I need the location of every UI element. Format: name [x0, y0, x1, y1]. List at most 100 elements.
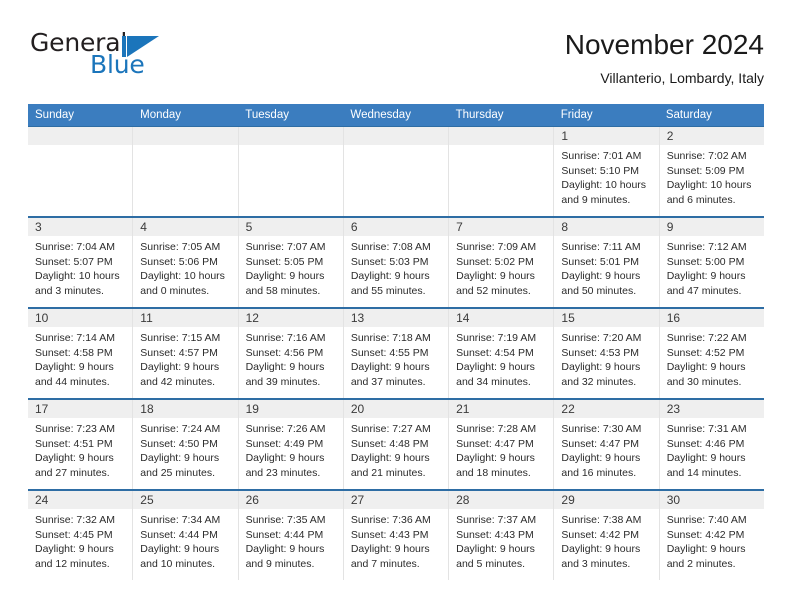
day-number: 22	[561, 402, 575, 416]
day-number: 4	[140, 220, 147, 234]
sunset-text: Sunset: 4:48 PM	[350, 437, 429, 450]
calendar-day-cell[interactable]: 19 Sunrise: 7:26 AM Sunset: 4:49 PM Dayligh…	[238, 400, 344, 489]
page-subtitle: Villanterio, Lombardy, Italy	[600, 70, 764, 86]
day-number-bar: 2	[659, 127, 764, 145]
day-details	[449, 145, 553, 149]
calendar-day-cell-empty	[133, 127, 239, 216]
sunset-text: Sunset: 4:45 PM	[35, 528, 113, 541]
sunrise-text: Sunrise: 7:11 AM	[561, 241, 641, 253]
daylight-text-cont: and 50 minutes.	[561, 284, 637, 297]
calendar-day-cell[interactable]: 30 Sunrise: 7:40 AM Sunset: 4:42 PM Dayligh…	[659, 491, 764, 580]
day-details: Sunrise: 7:18 AM Sunset: 4:55 PM Daylight:…	[344, 327, 448, 389]
day-number-bar: 24	[28, 491, 133, 509]
daylight-text: Daylight: 9 hours	[140, 361, 220, 374]
calendar-day-cell[interactable]: 28 Sunrise: 7:37 AM Sunset: 4:43 PM Dayligh…	[449, 491, 555, 580]
calendar-day-cell[interactable]: 27 Sunrise: 7:36 AM Sunset: 4:43 PM Dayligh…	[343, 491, 450, 580]
daylight-text: Daylight: 9 hours	[350, 270, 430, 283]
calendar-day-cell[interactable]: 10 Sunrise: 7:14 AM Sunset: 4:58 PM Dayligh…	[28, 309, 134, 398]
calendar-day-cell[interactable]: 22 Sunrise: 7:30 AM Sunset: 4:47 PM Dayligh…	[554, 400, 660, 489]
calendar-day-cell[interactable]: 4 Sunrise: 7:05 AM Sunset: 5:06 PM Daylight…	[133, 218, 239, 307]
day-details: Sunrise: 7:31 AM Sunset: 4:46 PM Daylight:…	[660, 418, 764, 480]
daylight-text: Daylight: 9 hours	[561, 452, 641, 465]
calendar-day-cell[interactable]: 20 Sunrise: 7:27 AM Sunset: 4:48 PM Dayligh…	[343, 400, 450, 489]
day-details: Sunrise: 7:01 AM Sunset: 5:10 PM Daylight:…	[554, 145, 658, 207]
calendar-day-cell[interactable]: 8 Sunrise: 7:11 AM Sunset: 5:01 PM Daylight…	[554, 218, 660, 307]
day-number: 28	[456, 493, 470, 507]
sunset-text: Sunset: 4:54 PM	[456, 346, 534, 359]
sunrise-text: Sunrise: 7:15 AM	[140, 332, 221, 344]
sunrise-text: Sunrise: 7:18 AM	[350, 332, 431, 344]
calendar-day-cell[interactable]: 15 Sunrise: 7:20 AM Sunset: 4:53 PM Dayligh…	[554, 309, 660, 398]
weekday-header-friday: Friday	[560, 109, 593, 121]
day-details	[28, 145, 132, 149]
day-number: 23	[666, 402, 681, 416]
calendar-day-cell[interactable]: 2 Sunrise: 7:02 AM Sunset: 5:09 PM Daylight…	[659, 127, 764, 216]
daylight-text-cont: and 21 minutes.	[350, 466, 426, 479]
calendar-day-cell[interactable]: 11 Sunrise: 7:15 AM Sunset: 4:57 PM Dayligh…	[133, 309, 239, 398]
sunrise-text: Sunrise: 7:23 AM	[35, 423, 115, 435]
day-number-bar: 18	[133, 400, 238, 418]
calendar-week-row: 3 Sunrise: 7:04 AM Sunset: 5:07 PM Daylight…	[28, 216, 764, 307]
sunset-text: Sunset: 4:42 PM	[561, 528, 640, 541]
sunset-text: Sunset: 4:47 PM	[456, 437, 534, 450]
sunset-text: Sunset: 4:56 PM	[245, 346, 324, 359]
day-details: Sunrise: 7:20 AM Sunset: 4:53 PM Daylight:…	[554, 327, 658, 389]
calendar-day-cell[interactable]: 5 Sunrise: 7:07 AM Sunset: 5:05 PM Daylight…	[238, 218, 344, 307]
day-number-bar: 21	[449, 400, 554, 418]
calendar-day-cell[interactable]: 13 Sunrise: 7:18 AM Sunset: 4:55 PM Dayligh…	[343, 309, 450, 398]
calendar-day-cell-empty	[449, 127, 555, 216]
calendar-day-cell[interactable]: 26 Sunrise: 7:35 AM Sunset: 4:44 PM Dayligh…	[238, 491, 344, 580]
day-details: Sunrise: 7:40 AM Sunset: 4:42 PM Daylight:…	[660, 509, 764, 571]
daylight-text: Daylight: 9 hours	[561, 270, 641, 283]
calendar-day-cell-empty	[238, 127, 344, 216]
day-number: 18	[140, 402, 154, 416]
daylight-text: Daylight: 10 hours	[35, 270, 120, 283]
calendar-day-cell[interactable]: 12 Sunrise: 7:16 AM Sunset: 4:56 PM Dayligh…	[238, 309, 344, 398]
sunrise-text: Sunrise: 7:08 AM	[350, 241, 431, 253]
day-number-bar: 30	[659, 491, 764, 509]
calendar-day-cell[interactable]: 17 Sunrise: 7:23 AM Sunset: 4:51 PM Dayligh…	[28, 400, 134, 489]
daylight-text-cont: and 47 minutes.	[666, 284, 742, 297]
daylight-text-cont: and 16 minutes.	[561, 466, 637, 479]
sunset-text: Sunset: 4:53 PM	[561, 346, 640, 359]
day-number-bar	[238, 127, 343, 145]
day-number-bar: 4	[133, 218, 238, 236]
general-blue-logo[interactable]: General Blue	[28, 28, 218, 90]
calendar-day-cell[interactable]: 21 Sunrise: 7:28 AM Sunset: 4:47 PM Dayligh…	[449, 400, 555, 489]
sunset-text: Sunset: 4:58 PM	[35, 346, 113, 359]
sunset-text: Sunset: 5:06 PM	[140, 255, 218, 268]
day-number-bar: 27	[343, 491, 449, 509]
day-number: 8	[561, 220, 569, 234]
calendar-day-cell[interactable]: 18 Sunrise: 7:24 AM Sunset: 4:50 PM Dayligh…	[133, 400, 239, 489]
calendar-day-cell[interactable]: 25 Sunrise: 7:34 AM Sunset: 4:44 PM Dayligh…	[133, 491, 239, 580]
sunrise-text: Sunrise: 7:07 AM	[245, 241, 326, 253]
calendar-day-cell[interactable]: 23 Sunrise: 7:31 AM Sunset: 4:46 PM Dayligh…	[659, 400, 764, 489]
calendar-day-cell[interactable]: 3 Sunrise: 7:04 AM Sunset: 5:07 PM Daylight…	[28, 218, 134, 307]
day-number: 13	[350, 311, 365, 325]
daylight-text-cont: and 2 minutes.	[666, 557, 736, 570]
day-details: Sunrise: 7:08 AM Sunset: 5:03 PM Daylight:…	[344, 236, 448, 298]
calendar-day-cell[interactable]: 9 Sunrise: 7:12 AM Sunset: 5:00 PM Daylight…	[659, 218, 764, 307]
calendar-day-cell[interactable]: 7 Sunrise: 7:09 AM Sunset: 5:02 PM Daylight…	[449, 218, 555, 307]
calendar-day-cell[interactable]: 6 Sunrise: 7:08 AM Sunset: 5:03 PM Daylight…	[343, 218, 450, 307]
sunset-text: Sunset: 4:52 PM	[666, 346, 745, 359]
day-number-bar: 9	[659, 218, 764, 236]
sunrise-text: Sunrise: 7:22 AM	[666, 332, 747, 344]
sunset-text: Sunset: 5:03 PM	[350, 255, 429, 268]
page-title: November 2024	[564, 29, 764, 60]
daylight-text-cont: and 55 minutes.	[350, 284, 426, 297]
day-number: 5	[245, 220, 253, 234]
calendar-day-cell[interactable]: 29 Sunrise: 7:38 AM Sunset: 4:42 PM Dayligh…	[554, 491, 660, 580]
calendar-day-cell[interactable]: 16 Sunrise: 7:22 AM Sunset: 4:52 PM Dayligh…	[659, 309, 764, 398]
day-number-bar: 20	[343, 400, 449, 418]
day-details: Sunrise: 7:28 AM Sunset: 4:47 PM Daylight:…	[449, 418, 553, 480]
calendar-day-cell[interactable]: 14 Sunrise: 7:19 AM Sunset: 4:54 PM Dayligh…	[449, 309, 555, 398]
calendar-day-cell-empty	[28, 127, 134, 216]
daylight-text-cont: and 58 minutes.	[245, 284, 321, 297]
calendar-week-row: 24 Sunrise: 7:32 AM Sunset: 4:45 PM Dayligh…	[28, 489, 764, 580]
calendar-day-cell[interactable]: 24 Sunrise: 7:32 AM Sunset: 4:45 PM Dayligh…	[28, 491, 134, 580]
day-number-bar: 23	[659, 400, 764, 418]
daylight-text: Daylight: 9 hours	[35, 452, 114, 465]
sunrise-text: Sunrise: 7:30 AM	[561, 423, 642, 435]
calendar-day-cell[interactable]: 1 Sunrise: 7:01 AM Sunset: 5:10 PM Daylight…	[554, 127, 660, 216]
